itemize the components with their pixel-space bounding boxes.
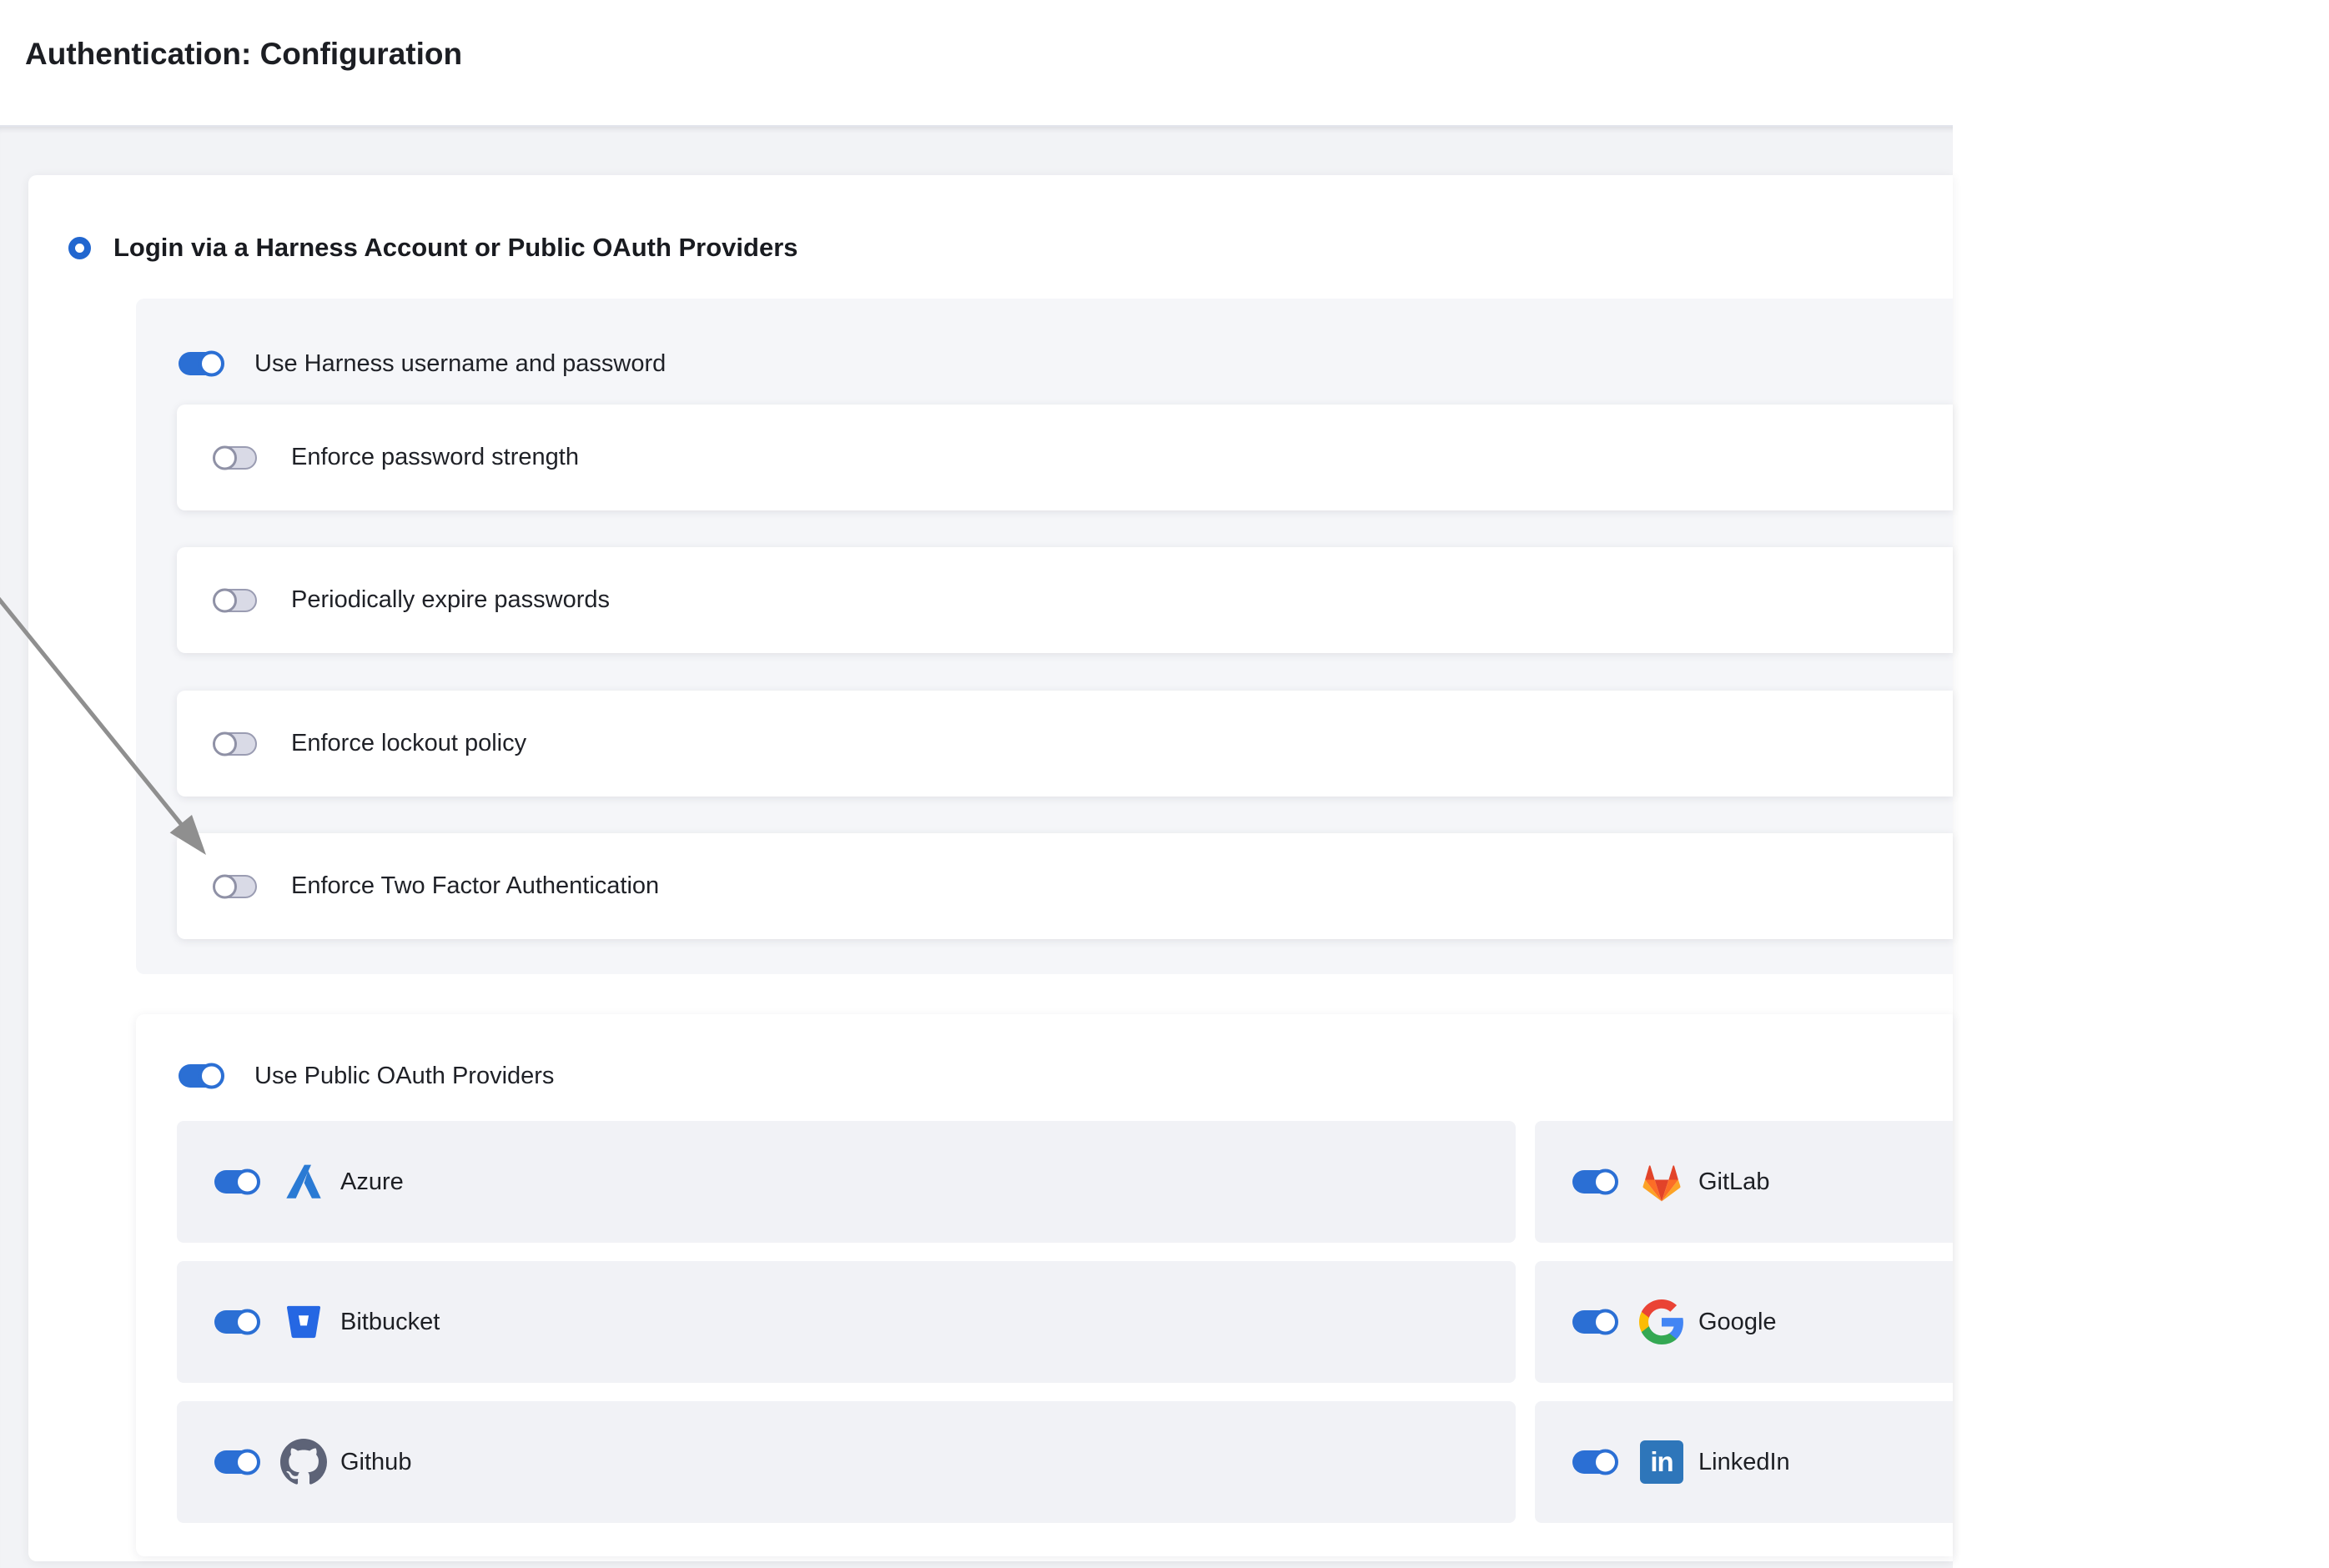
google-toggle[interactable] xyxy=(1572,1310,1615,1334)
toggle-knob xyxy=(213,731,237,756)
username-password-card: Use Harness username and password Enforc… xyxy=(136,299,1953,974)
periodically-expire-passwords-toggle[interactable] xyxy=(214,589,257,612)
periodically-expire-passwords-row: Periodically expire passwords xyxy=(177,547,1953,653)
use-harness-username-password-row: Use Harness username and password xyxy=(179,349,666,378)
oauth-providers-card: Use Public OAuth Providers Azure xyxy=(136,1014,1953,1556)
toggle-knob xyxy=(199,1063,224,1089)
page-header: Authentication: Configuration xyxy=(0,0,1953,127)
toggle-knob xyxy=(1592,1450,1618,1475)
toggle-knob xyxy=(234,1309,260,1335)
enforce-lockout-policy-toggle[interactable] xyxy=(214,732,257,756)
google-label: Google xyxy=(1698,1309,1777,1336)
toggle-knob xyxy=(213,588,237,612)
use-harness-username-password-label: Use Harness username and password xyxy=(254,350,666,378)
authentication-configuration-page: Authentication: Configuration Login via … xyxy=(0,0,2329,1568)
use-public-oauth-providers-row: Use Public OAuth Providers xyxy=(179,1062,554,1090)
use-harness-username-password-toggle[interactable] xyxy=(179,352,221,375)
radio-label: Login via a Harness Account or Public OA… xyxy=(113,233,798,263)
auth-form-panel: Login via a Harness Account or Public OA… xyxy=(28,175,1953,1561)
azure-toggle[interactable] xyxy=(214,1170,257,1194)
linkedin-provider-row: in LinkedIn xyxy=(1535,1401,1953,1523)
toggle-knob xyxy=(213,874,237,898)
github-provider-row: Github xyxy=(177,1401,1516,1523)
enforce-two-factor-authentication-row: Enforce Two Factor Authentication xyxy=(177,833,1953,939)
bitbucket-label: Bitbucket xyxy=(340,1309,440,1336)
toggle-knob xyxy=(234,1169,260,1195)
bitbucket-icon xyxy=(280,1299,327,1345)
azure-provider-row: Azure xyxy=(177,1121,1516,1243)
toggle-knob xyxy=(199,351,224,377)
enforce-lockout-policy-label: Enforce lockout policy xyxy=(291,730,526,757)
enforce-password-strength-label: Enforce password strength xyxy=(291,444,579,471)
enforce-lockout-policy-row: Enforce lockout policy xyxy=(177,691,1953,797)
github-toggle[interactable] xyxy=(214,1450,257,1474)
azure-icon xyxy=(280,1158,327,1205)
linkedin-toggle[interactable] xyxy=(1572,1450,1615,1474)
bitbucket-toggle[interactable] xyxy=(214,1310,257,1334)
gitlab-label: GitLab xyxy=(1698,1168,1769,1196)
page-title: Authentication: Configuration xyxy=(25,37,462,72)
gitlab-icon xyxy=(1638,1158,1685,1205)
google-provider-row: Google xyxy=(1535,1261,1953,1383)
linkedin-label: LinkedIn xyxy=(1698,1449,1790,1476)
github-icon xyxy=(280,1439,327,1485)
content-area: Login via a Harness Account or Public OA… xyxy=(0,127,1953,1568)
azure-label: Azure xyxy=(340,1168,404,1196)
github-label: Github xyxy=(340,1449,411,1476)
enforce-two-factor-authentication-label: Enforce Two Factor Authentication xyxy=(291,872,659,900)
gitlab-provider-row: GitLab xyxy=(1535,1121,1953,1243)
enforce-password-strength-row: Enforce password strength xyxy=(177,405,1953,510)
radio-selected-icon[interactable] xyxy=(68,237,91,259)
enforce-two-factor-authentication-toggle[interactable] xyxy=(214,875,257,898)
toggle-knob xyxy=(1592,1309,1618,1335)
bitbucket-provider-row: Bitbucket xyxy=(177,1261,1516,1383)
gitlab-toggle[interactable] xyxy=(1572,1170,1615,1194)
toggle-knob xyxy=(1592,1169,1618,1195)
toggle-knob xyxy=(234,1450,260,1475)
linkedin-icon: in xyxy=(1638,1439,1685,1485)
login-method-radio-row[interactable]: Login via a Harness Account or Public OA… xyxy=(68,235,798,260)
periodically-expire-passwords-label: Periodically expire passwords xyxy=(291,586,610,614)
use-public-oauth-providers-label: Use Public OAuth Providers xyxy=(254,1063,554,1090)
use-public-oauth-providers-toggle[interactable] xyxy=(179,1064,221,1088)
google-icon xyxy=(1638,1299,1685,1345)
enforce-password-strength-toggle[interactable] xyxy=(214,446,257,470)
toggle-knob xyxy=(213,445,237,470)
